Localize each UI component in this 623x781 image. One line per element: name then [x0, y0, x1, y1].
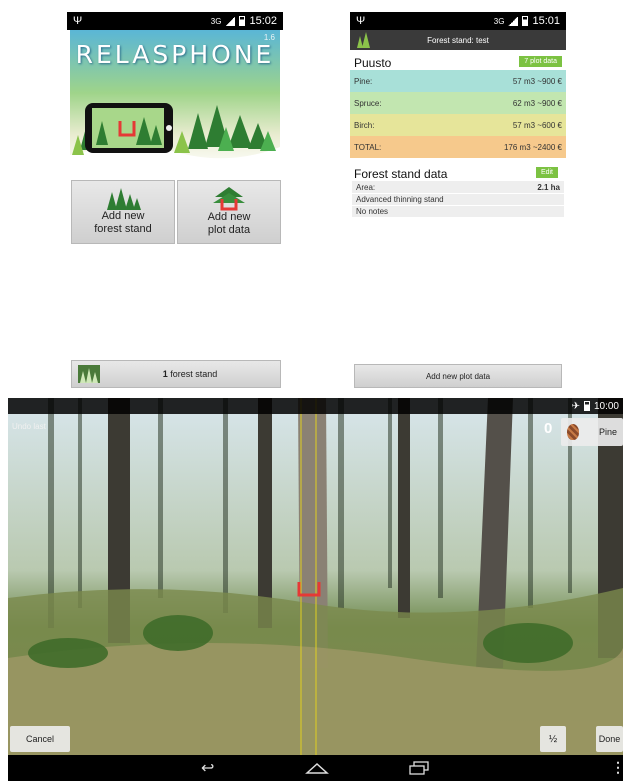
- plot-data-badge[interactable]: 7 plot data: [519, 56, 562, 67]
- status-time: 15:02: [249, 15, 277, 27]
- status-bar: ✈ 10:00: [8, 398, 623, 414]
- row-label: Spruce:: [354, 98, 382, 108]
- network-type: 3G: [493, 16, 505, 26]
- species-button[interactable]: Pine: [561, 418, 623, 446]
- stand-type-row: Advanced thinning stand: [352, 193, 564, 205]
- add-forest-stand-button[interactable]: Add new forest stand: [71, 180, 175, 244]
- notes: No notes: [356, 207, 389, 216]
- usb-icon: Ψ: [73, 15, 83, 27]
- total-row: TOTAL: 176 m3 ~2400 €: [350, 136, 566, 158]
- stand-data-list: Area: 2.1 ha Advanced thinning stand No …: [352, 181, 564, 217]
- status-time: 15:01: [532, 15, 560, 27]
- row-value: 176 m3 ~2400 €: [503, 142, 562, 152]
- undo-last-button[interactable]: Undo last: [12, 422, 46, 431]
- pinecone-icon: [567, 424, 579, 440]
- signal-icon: [225, 16, 236, 26]
- cancel-button[interactable]: Cancel: [10, 726, 70, 752]
- row-label: Birch:: [354, 120, 375, 130]
- edit-button[interactable]: Edit: [535, 167, 558, 178]
- half-tree-button[interactable]: ½: [540, 726, 566, 752]
- screen-camera: ✈ 10:00 Undo last 0 Pine Cancel ½ Done ↩…: [8, 398, 623, 781]
- status-time: 10:00: [593, 400, 619, 412]
- row-value: 57 m3 ~600 €: [512, 120, 562, 130]
- spruce-row: Spruce: 62 m3 ~900 €: [350, 92, 566, 114]
- status-bar: Ψ 3G 15:01: [350, 12, 566, 30]
- battery-icon: [583, 401, 590, 411]
- forest-stand-count-text: 1 forest stand: [100, 369, 280, 379]
- screen-forest-stand: Ψ 3G 15:01 Forest stand: test Puusto 7 p…: [350, 12, 566, 390]
- area-row: Area: 2.1 ha: [352, 181, 564, 193]
- tree-count: 0: [544, 420, 553, 437]
- done-button[interactable]: Done: [596, 726, 623, 752]
- app-icon[interactable]: [354, 32, 374, 48]
- navigation-bar: ↩ ⋮: [8, 755, 623, 781]
- forest-illustration: [70, 103, 280, 170]
- menu-icon[interactable]: ⋮: [611, 759, 623, 776]
- row-value: 62 m3 ~900 €: [512, 98, 562, 108]
- network-type: 3G: [210, 16, 222, 26]
- row-value: 57 m3 ~900 €: [512, 76, 562, 86]
- forest-stand-list-button[interactable]: 1 forest stand: [71, 360, 281, 388]
- area-label: Area:: [356, 182, 376, 192]
- species-label: Pine: [598, 427, 617, 437]
- app-banner: 1.6 RELASPHONE: [70, 30, 280, 170]
- add-plot-data-button[interactable]: Add new plot data: [177, 180, 281, 244]
- home-icon[interactable]: [305, 762, 329, 774]
- stand-type: Advanced thinning stand: [356, 195, 444, 204]
- row-label: Pine:: [354, 76, 373, 86]
- usb-icon: Ψ: [356, 15, 366, 27]
- plot-icon: [213, 187, 245, 211]
- add-plot-data-button[interactable]: Add new plot data: [354, 364, 562, 388]
- birch-row: Birch: 57 m3 ~600 €: [350, 114, 566, 136]
- area-value: 2.1 ha: [537, 182, 560, 192]
- page-title: Forest stand: test: [427, 35, 489, 45]
- recent-apps-icon[interactable]: [408, 761, 430, 775]
- stand-data-heading: Forest stand data: [354, 167, 448, 181]
- battery-icon: [239, 16, 246, 26]
- status-bar: Ψ 3G 15:02: [67, 12, 283, 30]
- forest-stand-count: 1: [162, 369, 168, 379]
- signal-icon: [508, 16, 519, 26]
- pine-row: Pine: 57 m3 ~900 €: [350, 70, 566, 92]
- puusto-table: Pine: 57 m3 ~900 € Spruce: 62 m3 ~900 € …: [350, 70, 566, 158]
- app-logo: RELASPHONE: [75, 40, 275, 69]
- battery-icon: [522, 16, 529, 26]
- add-forest-stand-label: Add new forest stand: [94, 210, 152, 235]
- notes-row: No notes: [352, 205, 564, 217]
- back-icon[interactable]: ↩: [201, 758, 214, 778]
- add-plot-data-label: Add new plot data: [207, 211, 251, 236]
- forest-icon: [107, 188, 141, 210]
- row-label: TOTAL:: [354, 142, 382, 152]
- camera-view[interactable]: [8, 398, 623, 781]
- forest-stand-count-label: forest stand: [170, 369, 218, 379]
- forest-icon: [78, 365, 100, 383]
- puusto-heading: Puusto: [354, 56, 392, 70]
- title-bar: Forest stand: test: [350, 30, 566, 50]
- airplane-icon: ✈: [571, 400, 580, 412]
- screen-home: Ψ 3G 15:02 1.6 RELASPHONE Add new forest…: [67, 12, 283, 390]
